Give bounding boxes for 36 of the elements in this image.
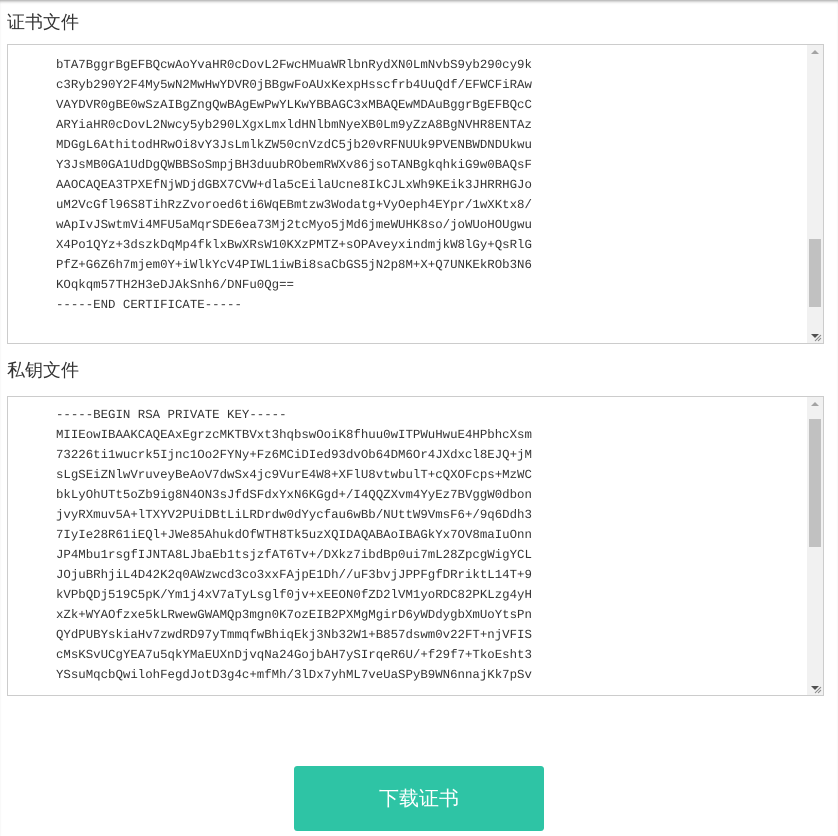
text-line: VAYDVR0gBE0wSzAIBgZngQwBAgEwPwYLKwYBBAGC3xMBAQEwMDAuBggrBgEFBQcC — [56, 97, 532, 114]
text-line: jvyRXmuv5A+lTXYV2PUiDBtLiLRDrdw0dYycfau6wBb/NUttW9VmsF6+/9q6Ddh3 — [56, 507, 532, 524]
text-line: sLgSEiZNlwVruveyBeAoV7dwSx4jc9VurE4W8+XFlU8vtwbulT+cQXOFcps+MzWC — [56, 467, 532, 484]
text-line: cMsKSvUCgYEA7u5qkYMaEUXnDjvqNa24GojbAH7ySIrqeR6U/+f29f7+TkoEsht3 — [56, 647, 532, 664]
text-line: -----END CERTIFICATE----- — [56, 297, 242, 314]
text-line: MDGgL6AthitodHRwOi8vY3JsLmlkZW50cnVzdC5jb20vRFNUUk9PVENBWDNDUkwu — [56, 137, 532, 154]
scrollbar[interactable] — [807, 45, 823, 343]
text-line: AAOCAQEA3TPXEfNjWDjdGBX7CVW+dla5cEilaUcne8IkCJLxWh9KEik3JHRRHGJo — [56, 177, 532, 194]
resize-handle-icon[interactable] — [812, 684, 822, 694]
text-line: bkLyOhUTt5oZb9ig8N4ON3sJfdSFdxYxN6KGgd+/I4QQZXvm4YyEz7BVggW0dbon — [56, 487, 532, 504]
text-line: YSsuMqcbQwilohFegdJotD3g4c+mfMh/3lDx7yhML7veUaSPyB9WN6nnajKk7pSv — [56, 667, 532, 684]
section-label: 证书文件 — [7, 11, 79, 34]
text-line: QYdPUBYskiaHv7zwdRD97yTmmqfwBhiqEkj3Nb32W1+B857dswm0v22FT+njVFIS — [56, 627, 532, 644]
text-line: bTA7BggrBgEFBQcwAoYvaHR0cDovL2FwcHMuaWRlbnRydXN0LmNvbS9yb290cy9k — [56, 57, 532, 74]
text-line: 7IyIe28R61iEQl+JWe85AhukdOfWTH8Tk5uzXQIDAQABAoIBAGkYx7OV8maIuOnn — [56, 527, 532, 544]
text-line: JP4Mbu1rsgfIJNTA8LJbaEb1tsjzfAT6Tv+/DXkz7ibdBp0ui7mL28ZpcgWigYCL — [56, 547, 532, 564]
text-line: c3Ryb290Y2F4My5wN2MwHwYDVR0jBBgwFoAUxKexpHsscfrb4UuQdf/EFWCFiRAw — [56, 77, 532, 94]
text-area[interactable] — [7, 396, 824, 696]
text-line: xZk+WYAOfzxe5kLRwewGWAMQp3mgn0K7ozEIB2PXMgMgirD6yWDdygbXmUoYtsPn — [56, 607, 532, 624]
text-line: Y3JsMB0GA1UdDgQWBBSoSmpjBH3duubRObemRWXv86jsoTANBgkqhkiG9w0BAQsF — [56, 157, 532, 174]
text-line: KOqkqm57TH2H3eDJAkSnh6/DNFu0Qg== — [56, 277, 294, 294]
text-line: wApIvJSwtmVi4MFU5aMqrSDE6ea73Mj2tcMyo5jMd6jmeWUHK8so/joWUoHOUgwu — [56, 217, 532, 234]
section-label: 私钥文件 — [7, 359, 79, 382]
text-line: -----BEGIN RSA PRIVATE KEY----- — [56, 407, 287, 424]
text-line: ARYiaHR0cDovL2Nwcy5yb290LXgxLmxldHNlbmNyeXB0Lm9yZzA8BgNVHR8ENTAz — [56, 117, 532, 134]
text-line: X4Po1QYz+3dszkDqMp4fklxBwXRsW10KXzPMTZ+sOPAveyxindmjkW8lGy+QsRlG — [56, 237, 532, 254]
scrollbar[interactable] — [807, 397, 823, 695]
resize-handle-icon[interactable] — [812, 332, 822, 342]
text-line: kVPbQDj519C5pK/Ym1j4xV7aTyLsglf0jv+xEEON0fZD2lVM1yoRDC82PKLzg4yH — [56, 587, 532, 604]
text-line: 73226ti1wucrk5Ijnc1Oo2FYNy+Fz6MCiDIed93dvOb64DM6Or4JXdxcl8EJQ+jM — [56, 447, 532, 464]
text-line: PfZ+G6Z6h7mjem0Y+iWlkYcV4PIWL1iwBi8saCbGS5jN2p8M+X+Q7UNKEkROb3N6 — [56, 257, 532, 274]
text-line: uM2VcGfl96S8TihRzZvoroed6ti6WqEBmtzw3Wodatg+VyOeph4EYpr/1wXKtx8/ — [56, 197, 532, 214]
text-area[interactable] — [7, 44, 824, 344]
download-button[interactable]: 下载证书 — [294, 766, 544, 831]
text-line: JOjuBRhjiL4D42K2q0AWzwcd3co3xxFAjpE1Dh//uF3bvjJPPFgfDRriktL14T+9 — [56, 567, 532, 584]
text-line: MIIEowIBAAKCAQEAxEgrzcMKTBVxt3hqbswOoiK8fhuu0wITPWuHwuE4HPbhcXsm — [56, 427, 532, 444]
